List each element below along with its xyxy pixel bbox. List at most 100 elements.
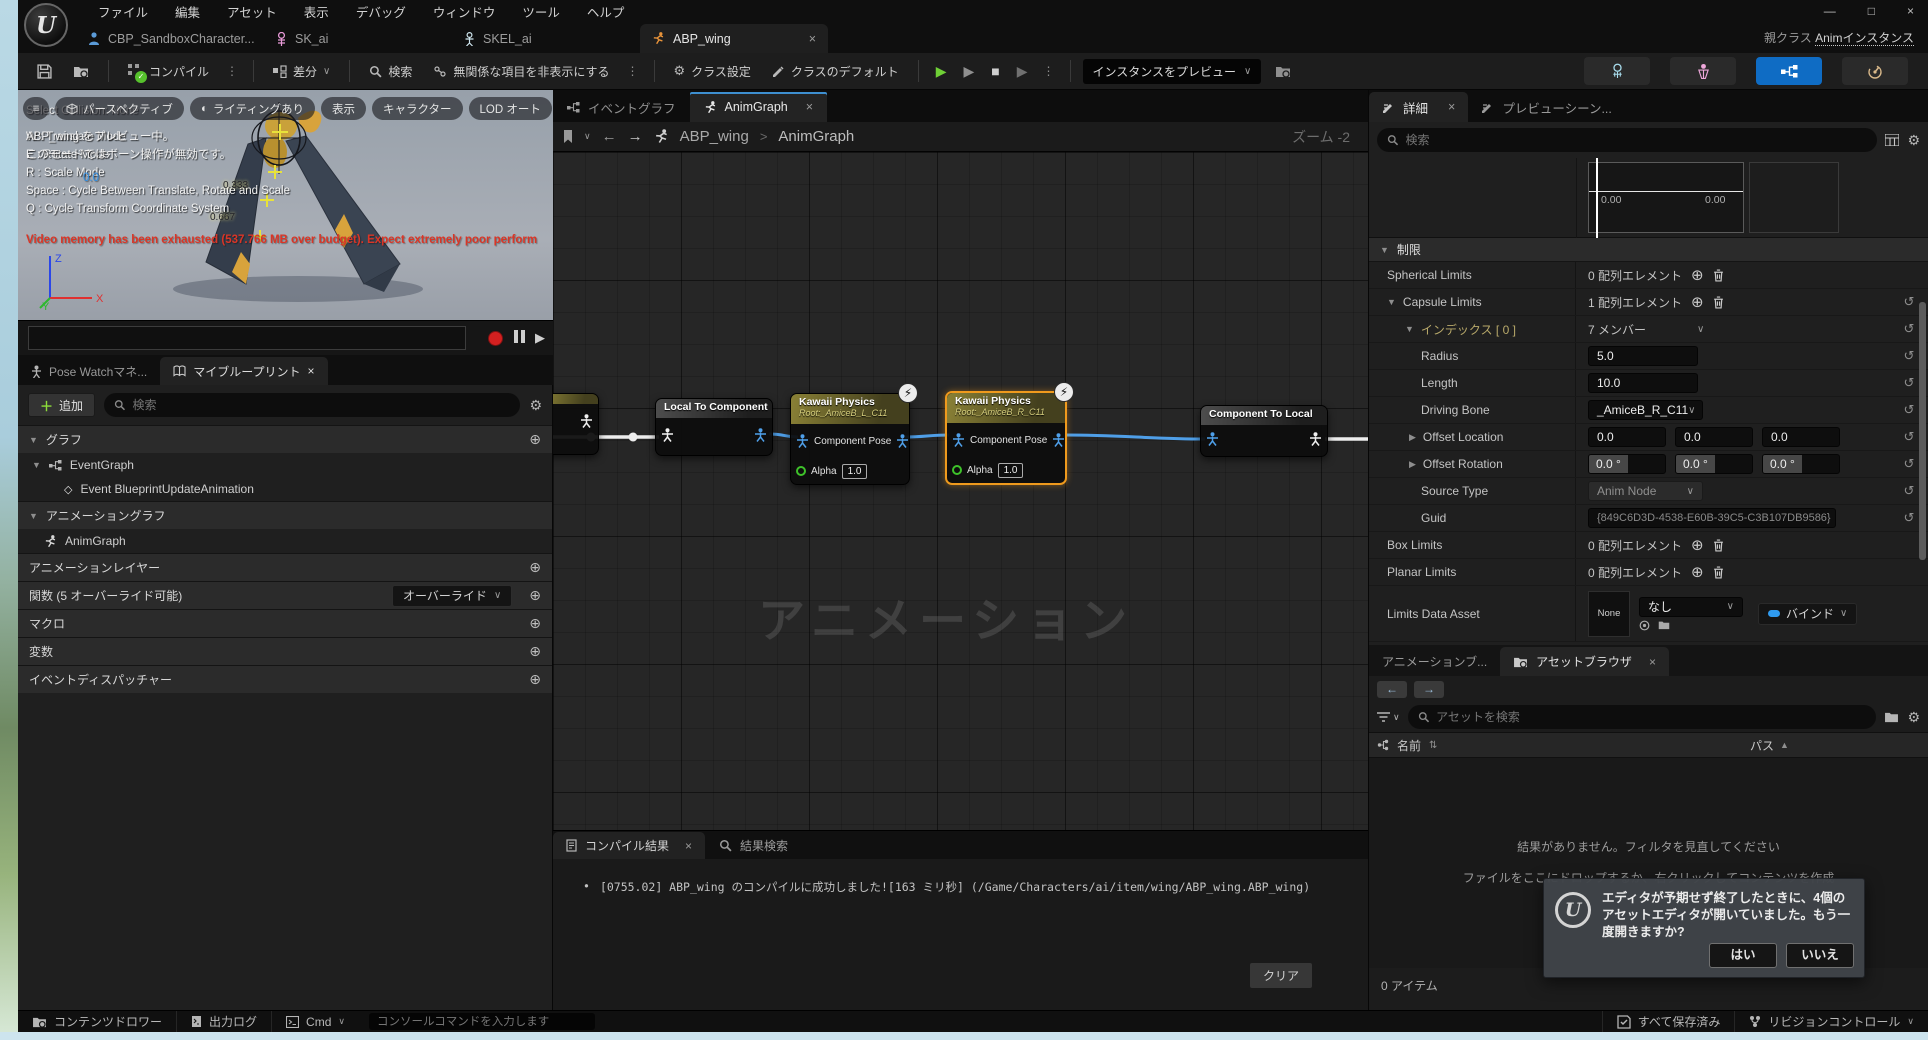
find-button[interactable]: 検索 bbox=[362, 59, 419, 84]
collapse-icon[interactable]: ▼ bbox=[32, 460, 41, 470]
close-button[interactable]: × bbox=[1907, 4, 1914, 18]
add-dispatcher-icon[interactable]: ⊕ bbox=[529, 671, 541, 688]
asset-thumbnail[interactable]: None bbox=[1588, 591, 1630, 637]
tab-animation-blueprint[interactable]: アニメーションブ... bbox=[1369, 647, 1500, 676]
pose-pin-icon[interactable] bbox=[580, 414, 593, 428]
collapse-icon[interactable]: ▼ bbox=[1380, 245, 1389, 255]
trash-icon[interactable] bbox=[1713, 566, 1724, 579]
bind-dropdown[interactable]: バインド∨ bbox=[1758, 603, 1857, 625]
perspective-dropdown[interactable]: パースペクティブ bbox=[55, 97, 184, 120]
add-element-icon[interactable]: ⊕ bbox=[1691, 536, 1704, 554]
browse-asset-button[interactable] bbox=[66, 61, 96, 82]
asset-search[interactable] bbox=[1408, 705, 1877, 729]
close-tab-icon[interactable]: × bbox=[1448, 100, 1455, 114]
play-button[interactable]: ▶ bbox=[931, 61, 952, 82]
save-button[interactable] bbox=[30, 60, 59, 83]
expand-icon[interactable]: ▶ bbox=[1409, 432, 1416, 443]
details-scrollbar[interactable] bbox=[1919, 302, 1926, 560]
class-defaults-button[interactable]: クラスのデフォルト bbox=[765, 59, 906, 84]
column-name[interactable]: 名前 bbox=[1397, 737, 1421, 754]
collapse-icon[interactable]: ▼ bbox=[1387, 297, 1396, 307]
compile-options-icon[interactable]: ⋮ bbox=[223, 64, 241, 78]
preview-viewport[interactable]: Select Collision: None ≡ パースペクティブ ◐ライティン… bbox=[18, 90, 553, 320]
close-tab-icon[interactable]: × bbox=[685, 839, 692, 853]
pause-button[interactable] bbox=[512, 330, 526, 346]
offset-location-x-input[interactable]: 0.0 bbox=[1588, 427, 1666, 447]
section-animation-graphs[interactable]: ▼アニメーショングラフ bbox=[18, 501, 552, 529]
parent-class-link[interactable]: Animインスタンス bbox=[1815, 31, 1914, 46]
search-input[interactable] bbox=[132, 398, 510, 412]
yes-button[interactable]: はい bbox=[1709, 943, 1777, 968]
offset-location-z-input[interactable]: 0.0 bbox=[1762, 427, 1840, 447]
pose-pin-icon[interactable] bbox=[952, 433, 965, 447]
asset-dropdown[interactable]: なし∨ bbox=[1639, 597, 1743, 617]
menu-edit[interactable]: 編集 bbox=[175, 2, 200, 21]
hide-unrelated-button[interactable]: 無関係な項目を非表示にする bbox=[426, 59, 616, 84]
pose-pin-icon[interactable] bbox=[1052, 433, 1065, 447]
revision-control-button[interactable]: リビジョンコントロール ∨ bbox=[1735, 1011, 1928, 1032]
display-filter-icon[interactable] bbox=[1885, 134, 1899, 146]
compile-button[interactable]: ✓ コンパイル bbox=[121, 59, 216, 84]
offset-rotation-pitch-input[interactable]: 0.0 ° bbox=[1675, 454, 1753, 474]
tab-cbp-sandboxcharacter[interactable]: CBP_SandboxCharacter... bbox=[76, 24, 264, 53]
graph-node-local-to-component[interactable]: Local To Component bbox=[655, 398, 773, 456]
animgraph-canvas[interactable]: アニメーション Local To Component ⚡ Kawaii Phys… bbox=[553, 152, 1368, 830]
output-log-button[interactable]: 出力ログ bbox=[177, 1011, 271, 1032]
class-settings-button[interactable]: ⚙ クラス設定 bbox=[667, 59, 758, 84]
pose-pin-icon[interactable] bbox=[796, 434, 809, 448]
menu-asset[interactable]: アセット bbox=[227, 2, 277, 21]
menu-debug[interactable]: デバッグ bbox=[356, 2, 406, 21]
curve-playhead[interactable] bbox=[1596, 158, 1598, 238]
filter-dropdown[interactable]: ∨ bbox=[1377, 712, 1400, 723]
unreal-logo[interactable]: U bbox=[24, 3, 68, 47]
alpha-pin-icon[interactable] bbox=[952, 465, 962, 475]
add-element-icon[interactable]: ⊕ bbox=[1691, 563, 1704, 581]
tab-compile-results[interactable]: コンパイル結果 × bbox=[553, 832, 705, 859]
close-tab-icon[interactable]: × bbox=[809, 32, 816, 46]
close-tab-icon[interactable]: × bbox=[806, 100, 813, 114]
offset-rotation-roll-input[interactable]: 0.0 ° bbox=[1588, 454, 1666, 474]
menu-file[interactable]: ファイル bbox=[98, 2, 148, 21]
tab-pose-watch-manager[interactable]: Pose Watchマネ... bbox=[18, 357, 160, 385]
tab-eventgraph[interactable]: イベントグラフ bbox=[553, 92, 690, 122]
character-dropdown[interactable]: キャラクター bbox=[372, 97, 463, 120]
item-eventgraph[interactable]: ▼ EventGraph bbox=[18, 453, 552, 477]
menu-window[interactable]: ウィンドウ bbox=[433, 2, 496, 21]
trash-icon[interactable] bbox=[1713, 296, 1724, 309]
skeleton-mode-button[interactable] bbox=[1584, 57, 1650, 85]
search-input[interactable] bbox=[1406, 133, 1868, 147]
add-element-icon[interactable]: ⊕ bbox=[1691, 266, 1704, 284]
tab-abp-wing[interactable]: ABP_wing × bbox=[640, 24, 828, 53]
details-search[interactable] bbox=[1377, 128, 1877, 152]
graph-node-clipped[interactable] bbox=[553, 393, 599, 455]
section-macros[interactable]: マクロ⊕ bbox=[18, 609, 552, 637]
pose-pin-icon[interactable] bbox=[1309, 432, 1322, 446]
section-functions[interactable]: 関数 (5 オーバーライド可能) オーバーライド∨ ⊕ bbox=[18, 581, 552, 609]
section-animation-layers[interactable]: アニメーションレイヤー⊕ bbox=[18, 553, 552, 581]
frame-skip-button[interactable]: ▶ bbox=[1012, 61, 1033, 82]
add-macro-icon[interactable]: ⊕ bbox=[529, 615, 541, 632]
nav-back-button[interactable]: ← bbox=[1377, 681, 1407, 698]
collapse-icon[interactable]: ▼ bbox=[1405, 324, 1414, 334]
clear-button[interactable]: クリア bbox=[1250, 963, 1312, 988]
add-graph-icon[interactable]: ⊕ bbox=[529, 431, 541, 448]
maximize-button[interactable]: □ bbox=[1868, 4, 1875, 18]
alpha-pin-icon[interactable] bbox=[796, 466, 806, 476]
menu-help[interactable]: ヘルプ bbox=[587, 2, 625, 21]
trash-icon[interactable] bbox=[1713, 539, 1724, 552]
bookmark-chevron-icon[interactable]: ∨ bbox=[584, 131, 591, 142]
search-input[interactable] bbox=[1436, 710, 1866, 724]
play-options-icon[interactable]: ⋮ bbox=[1040, 64, 1058, 78]
collapse-icon[interactable]: ▼ bbox=[29, 435, 38, 445]
diff-button[interactable]: 差分 ∨ bbox=[266, 59, 337, 84]
preview-instance-dropdown[interactable]: インスタンスをプレビュー ∨ bbox=[1083, 59, 1262, 84]
step-button[interactable]: ▶ bbox=[535, 330, 545, 346]
add-button[interactable]: ＋追加 bbox=[28, 393, 95, 417]
sort-icon[interactable]: ⇅ bbox=[1429, 740, 1437, 751]
mesh-mode-button[interactable] bbox=[1670, 57, 1736, 85]
graph-node-component-to-local[interactable]: Component To Local bbox=[1200, 405, 1328, 457]
graph-node-kawaii-physics-left[interactable]: ⚡ Kawaii PhysicsRoot:_AmiceB_L_C11 Compo… bbox=[790, 393, 910, 485]
nav-forward-button[interactable]: → bbox=[1414, 681, 1444, 698]
tab-details[interactable]: 詳細 × bbox=[1369, 92, 1468, 122]
animation-mode-button[interactable] bbox=[1842, 57, 1908, 85]
